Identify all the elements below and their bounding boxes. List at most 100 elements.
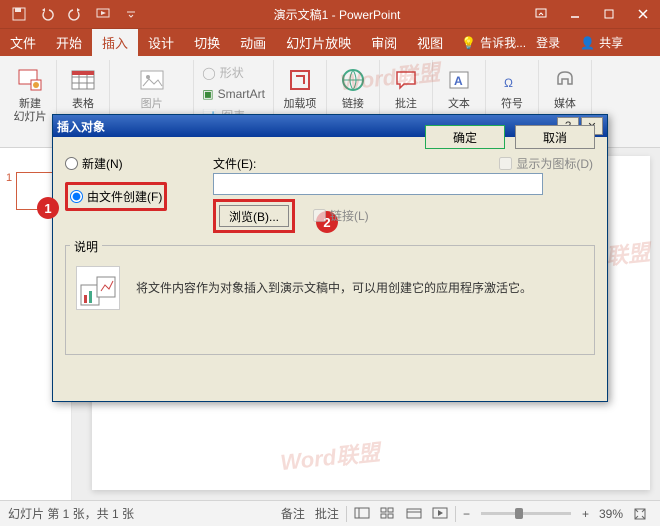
tab-view[interactable]: 视图 xyxy=(407,29,453,57)
window-title: 演示文稿1 - PowerPoint xyxy=(150,6,524,23)
share-button[interactable]: 👤 共享 xyxy=(570,34,633,51)
comments-status-button[interactable]: 批注 xyxy=(310,501,344,527)
new-slide-icon xyxy=(14,64,46,96)
new-slide-label: 新建 幻灯片 xyxy=(14,98,47,124)
highlight-box-2: 浏览(B)... xyxy=(213,199,295,233)
description-box: 说明 将文件内容作为对象插入到演示文稿中，可以用创建它的应用程序激活它。 xyxy=(65,245,595,355)
table-icon xyxy=(67,64,99,96)
qat-dropdown-icon[interactable] xyxy=(118,2,144,26)
tab-insert[interactable]: 插入 xyxy=(92,29,138,57)
login-button[interactable]: 登录 xyxy=(526,34,570,51)
status-bar: 幻灯片 第 1 张，共 1 张 备注 批注 − + 39% xyxy=(0,500,660,526)
link-icon xyxy=(337,64,369,96)
addins-label: 加载项 xyxy=(283,98,316,111)
description-icon xyxy=(76,266,120,310)
tab-slideshow[interactable]: 幻灯片放映 xyxy=(276,29,361,57)
save-icon[interactable] xyxy=(6,2,32,26)
radio-new-input[interactable] xyxy=(65,157,78,170)
new-slide-button[interactable]: 新建 幻灯片 xyxy=(8,62,52,126)
tab-file[interactable]: 文件 xyxy=(0,29,46,57)
tab-home[interactable]: 开始 xyxy=(46,29,92,57)
notes-label: 备注 xyxy=(281,505,305,522)
close-icon[interactable] xyxy=(626,0,660,28)
addins-icon xyxy=(284,64,316,96)
tab-design[interactable]: 设计 xyxy=(138,29,184,57)
shapes-icon: ◯ xyxy=(202,66,215,80)
comment-label: 批注 xyxy=(395,98,417,111)
media-button[interactable]: 媒体 xyxy=(543,62,587,113)
table-label: 表格 xyxy=(72,98,94,111)
radio-new[interactable]: 新建(N) xyxy=(65,155,167,172)
shapes-button[interactable]: ◯ 形状 xyxy=(198,62,269,83)
zoom-in-icon[interactable]: + xyxy=(577,501,594,527)
annotation-marker-1: 1 xyxy=(37,197,59,219)
radio-group: 新建(N) 由文件创建(F) xyxy=(65,155,167,211)
image-label: 图片 xyxy=(141,98,163,111)
svg-text:A: A xyxy=(454,74,463,88)
group-slides: 新建 幻灯片 xyxy=(4,60,57,147)
show-as-icon-input xyxy=(499,157,512,170)
tell-me-label: 告诉我... xyxy=(480,34,526,51)
show-as-icon-label: 显示为图标(D) xyxy=(516,155,593,172)
smartart-button[interactable]: ▣ SmartArt xyxy=(198,85,269,103)
undo-icon[interactable] xyxy=(34,2,60,26)
fit-to-window-icon[interactable] xyxy=(628,501,652,527)
radio-from-file-input[interactable] xyxy=(70,190,83,203)
share-label: 共享 xyxy=(599,34,623,51)
lightbulb-icon: 💡 xyxy=(461,36,476,50)
link-checkbox[interactable]: 链接(L) xyxy=(313,207,369,224)
picture-icon xyxy=(136,64,168,96)
comment-button[interactable]: 批注 xyxy=(384,62,428,113)
comment-icon xyxy=(390,64,422,96)
link-button[interactable]: 链接 xyxy=(331,62,375,113)
minimize-icon[interactable] xyxy=(558,0,592,28)
link-checkbox-label: 链接(L) xyxy=(330,207,369,224)
tab-animations[interactable]: 动画 xyxy=(230,29,276,57)
tell-me[interactable]: 💡 告诉我... xyxy=(461,34,526,51)
window-controls xyxy=(524,0,660,28)
radio-from-file-label: 由文件创建(F) xyxy=(87,188,162,205)
link-label: 链接 xyxy=(342,98,364,111)
addins-button[interactable]: 加载项 xyxy=(278,62,322,113)
start-from-beginning-icon[interactable] xyxy=(90,2,116,26)
file-path-input[interactable] xyxy=(213,173,543,195)
text-button[interactable]: A 文本 xyxy=(437,62,481,113)
show-as-icon-checkbox[interactable]: 显示为图标(D) xyxy=(499,155,593,172)
notes-button[interactable]: 备注 xyxy=(276,501,310,527)
zoom-slider[interactable] xyxy=(481,512,571,515)
redo-icon[interactable] xyxy=(62,2,88,26)
text-icon: A xyxy=(443,64,475,96)
share-icon: 👤 xyxy=(580,36,595,50)
tab-review[interactable]: 审阅 xyxy=(361,29,407,57)
symbol-label: 符号 xyxy=(501,98,523,111)
svg-text:Ω: Ω xyxy=(504,76,513,90)
ok-button[interactable]: 确定 xyxy=(425,125,505,149)
sorter-view-icon[interactable] xyxy=(375,501,401,527)
smartart-label: SmartArt xyxy=(218,87,265,101)
comments-label: 批注 xyxy=(315,505,339,522)
radio-from-file[interactable]: 由文件创建(F) xyxy=(70,188,162,205)
cancel-button[interactable]: 取消 xyxy=(515,125,595,149)
quick-access-toolbar xyxy=(0,2,150,26)
browse-button[interactable]: 浏览(B)... xyxy=(219,205,289,227)
table-button[interactable]: 表格 xyxy=(61,62,105,113)
symbol-icon: Ω xyxy=(496,64,528,96)
ribbon-options-icon[interactable] xyxy=(524,0,558,28)
normal-view-icon[interactable] xyxy=(349,501,375,527)
dialog-footer: 确定 取消 xyxy=(425,125,595,149)
dialog-body: 新建(N) 由文件创建(F) 1 文件(E): 浏览(B)... 2 链接(L)… xyxy=(53,137,607,159)
highlight-box-1: 由文件创建(F) xyxy=(65,182,167,211)
smartart-icon: ▣ xyxy=(202,87,213,101)
maximize-icon[interactable] xyxy=(592,0,626,28)
tab-transitions[interactable]: 切换 xyxy=(184,29,230,57)
text-label: 文本 xyxy=(448,98,470,111)
image-button[interactable]: 图片 xyxy=(130,62,174,113)
slideshow-view-icon[interactable] xyxy=(427,501,453,527)
zoom-level[interactable]: 39% xyxy=(594,501,628,527)
radio-new-label: 新建(N) xyxy=(82,155,123,172)
reading-view-icon[interactable] xyxy=(401,501,427,527)
ribbon-tabs: 文件 开始 插入 设计 切换 动画 幻灯片放映 审阅 视图 💡 告诉我... 登录… xyxy=(0,28,660,56)
symbol-button[interactable]: Ω 符号 xyxy=(490,62,534,113)
shapes-label: 形状 xyxy=(220,64,244,81)
zoom-out-icon[interactable]: − xyxy=(458,501,475,527)
